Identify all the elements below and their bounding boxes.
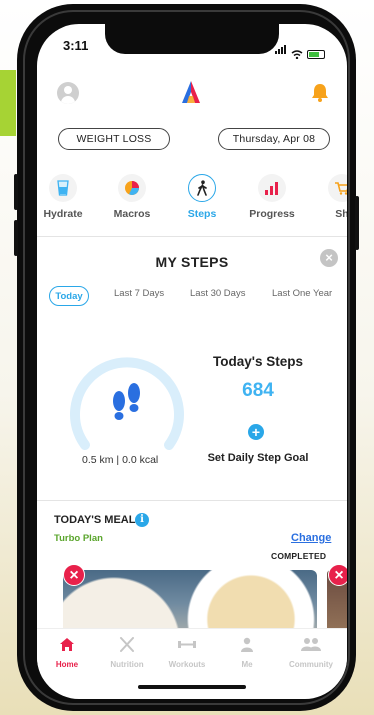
water-glass-icon: [49, 174, 77, 202]
range-last-30-days[interactable]: Last 30 Days: [190, 288, 245, 299]
todays-steps-label: Today's Steps: [213, 354, 303, 369]
tabs-divider: [37, 236, 347, 237]
nav-home[interactable]: Home: [41, 637, 93, 669]
range-last-one-year[interactable]: Last One Year: [272, 288, 332, 299]
distance-calories-text: 0.5 km | 0.0 kcal: [82, 454, 159, 466]
volume-button: [14, 174, 18, 210]
nav-workouts[interactable]: Workouts: [161, 637, 213, 669]
tab-label: Macros: [113, 208, 151, 220]
feature-tabs: Hydrate Macros Steps Progress Sh: [37, 174, 347, 226]
close-icon[interactable]: ×: [320, 249, 338, 267]
avatar[interactable]: [57, 82, 79, 104]
side-accent-bar: [0, 70, 16, 136]
notch: [105, 24, 279, 54]
steps-divider: [37, 500, 347, 501]
tab-macros[interactable]: Macros: [103, 174, 161, 220]
steps-section-title: MY STEPS: [155, 254, 229, 270]
tab-label: Sh: [335, 208, 347, 220]
meal-status-label: COMPLETED: [271, 551, 327, 561]
tab-hydrate[interactable]: Hydrate: [37, 174, 92, 220]
date-pill[interactable]: Thursday, Apr 08: [218, 128, 330, 150]
nav-label: Home: [55, 660, 79, 669]
wifi-icon: [291, 50, 303, 59]
status-bar: 3:11: [37, 24, 347, 64]
tab-label: Progress: [249, 208, 295, 220]
app-header: [37, 78, 347, 118]
home-icon: [60, 638, 74, 651]
range-today[interactable]: Today: [49, 286, 89, 306]
home-indicator: [138, 685, 246, 689]
shopping-cart-icon: [328, 174, 347, 202]
nav-label: Nutrition: [110, 660, 144, 669]
footprints-icon: [113, 383, 140, 420]
signal-icon: [275, 41, 287, 59]
info-icon[interactable]: i: [135, 513, 149, 527]
battery-icon: [307, 50, 325, 59]
tab-steps[interactable]: Steps: [173, 174, 231, 220]
bottom-nav: Home Nutrition Workouts Me Community: [37, 628, 347, 679]
power-button: [355, 196, 359, 250]
app-screen: 3:11 WEIGHT LOSS Thursday, Apr 08 Hydrat…: [37, 24, 347, 699]
nav-label: Workouts: [168, 660, 206, 669]
change-plan-link[interactable]: Change: [291, 532, 331, 544]
volume-button-2: [14, 220, 18, 256]
remove-meal-icon-2[interactable]: ×: [328, 564, 347, 586]
tab-label: Hydrate: [43, 208, 83, 220]
remove-meal-icon[interactable]: ×: [63, 564, 85, 586]
add-step-goal-icon[interactable]: +: [248, 424, 264, 440]
nav-me[interactable]: Me: [221, 637, 273, 669]
tab-progress[interactable]: Progress: [243, 174, 301, 220]
dumbbell-icon: [178, 641, 196, 648]
bell-icon[interactable]: [311, 82, 329, 102]
bar-chart-icon: [258, 174, 286, 202]
nav-nutrition[interactable]: Nutrition: [101, 637, 153, 669]
steps-gauge: [70, 357, 184, 450]
nav-label: Me: [241, 660, 253, 669]
status-icons: [275, 41, 325, 59]
nav-community[interactable]: Community: [285, 637, 337, 669]
todays-steps-value: 684: [242, 380, 274, 401]
walking-person-icon: [188, 174, 216, 202]
group-icon: [301, 638, 321, 651]
app-logo-icon: [182, 81, 200, 103]
set-step-goal-button[interactable]: Set Daily Step Goal: [197, 452, 319, 464]
todays-meals-title: TODAY'S MEALS: [54, 514, 143, 526]
goal-filter-pill[interactable]: WEIGHT LOSS: [58, 128, 170, 150]
tab-label: Steps: [187, 208, 217, 220]
pie-chart-icon: [118, 174, 146, 202]
range-last-7-days[interactable]: Last 7 Days: [114, 288, 164, 299]
nav-label: Community: [289, 660, 333, 669]
fork-knife-icon: [120, 637, 134, 652]
status-time: 3:11: [63, 38, 89, 53]
tab-shopping[interactable]: Sh: [313, 174, 347, 220]
person-icon: [241, 637, 253, 652]
meal-plan-name: Turbo Plan: [54, 533, 103, 544]
